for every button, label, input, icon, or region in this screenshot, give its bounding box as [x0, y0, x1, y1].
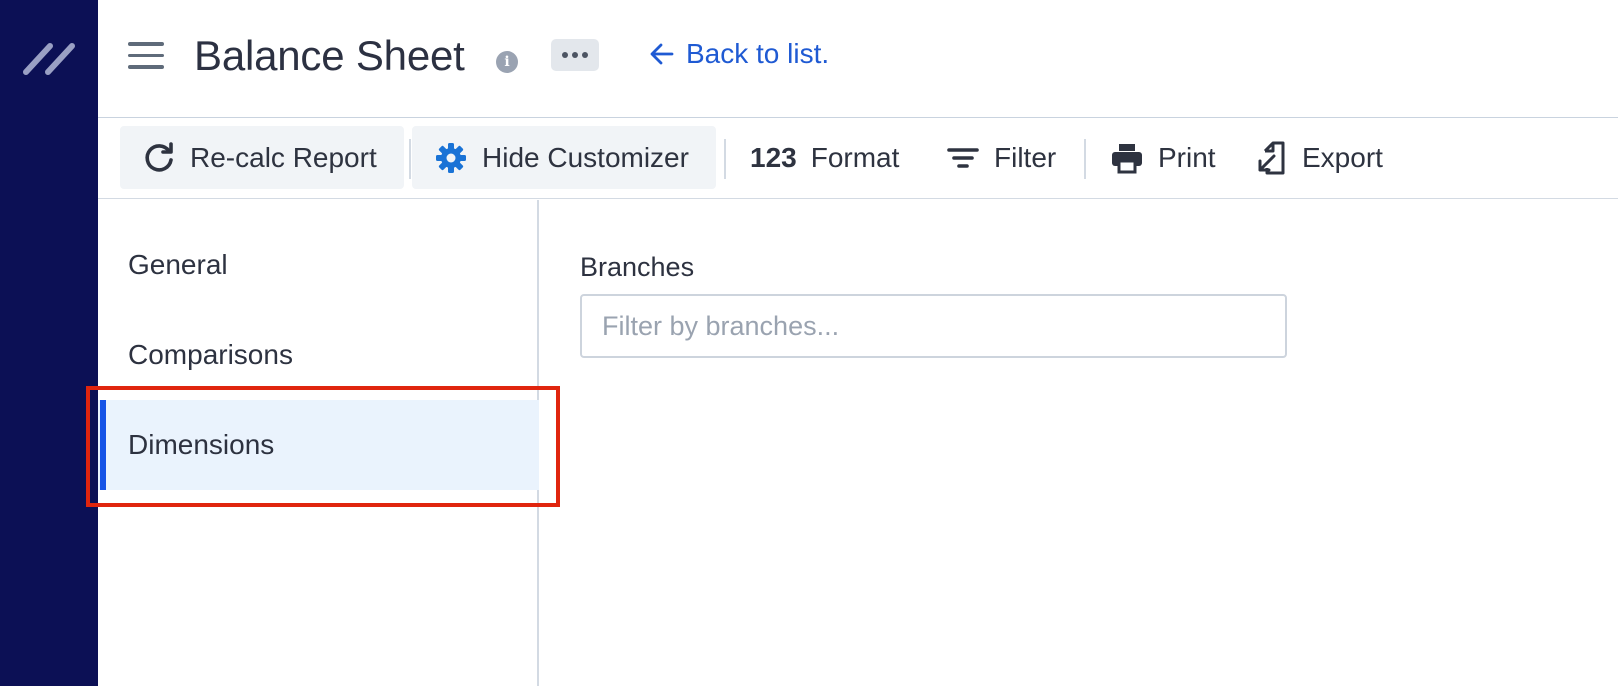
page-header: Balance Sheet i Back to list.: [98, 0, 1618, 118]
filter-icon: [947, 147, 979, 168]
sidebar-item-general[interactable]: General: [98, 220, 539, 310]
recalc-label: Re-calc Report: [190, 141, 377, 173]
toolbar-divider: [409, 139, 411, 179]
filter-label: Filter: [994, 141, 1057, 173]
app-rail: [0, 0, 98, 686]
printer-icon: [1112, 143, 1142, 173]
sidebar-item-dimensions[interactable]: Dimensions: [98, 400, 539, 490]
export-button[interactable]: Export: [1232, 126, 1405, 189]
sidebar-item-comparisons[interactable]: Comparisons: [98, 310, 539, 400]
refresh-icon: [145, 141, 173, 172]
toolbar-divider: [1084, 139, 1086, 179]
print-button[interactable]: Print: [1088, 126, 1238, 189]
gear-icon: [436, 142, 466, 173]
back-to-list-link[interactable]: Back to list.: [648, 38, 829, 70]
customizer-sidebar: General Comparisons Dimensions: [98, 200, 539, 686]
export-label: Export: [1302, 141, 1383, 173]
number-format-icon: 123: [750, 141, 797, 173]
back-link-label: Back to list.: [686, 38, 830, 69]
toolbar-divider: [724, 139, 726, 179]
more-icon: [562, 52, 568, 58]
more-options-button[interactable]: [551, 39, 599, 71]
customizer-label: Hide Customizer: [482, 141, 689, 173]
format-label: Format: [810, 141, 900, 173]
print-label: Print: [1158, 141, 1216, 173]
branches-label: Branches: [580, 252, 695, 282]
logo-icon[interactable]: [22, 40, 78, 76]
info-icon[interactable]: i: [496, 51, 518, 73]
arrow-left-icon: [650, 43, 674, 65]
hamburger-icon[interactable]: [128, 42, 164, 72]
recalc-report-button[interactable]: Re-calc Report: [120, 126, 404, 189]
export-icon: [1258, 141, 1285, 174]
page-title: Balance Sheet: [194, 32, 465, 79]
branches-filter-input[interactable]: [580, 294, 1287, 358]
hide-customizer-button[interactable]: Hide Customizer: [412, 126, 716, 189]
filter-button[interactable]: Filter: [924, 126, 1078, 189]
format-button[interactable]: 123 Format: [728, 126, 921, 189]
report-toolbar: Re-calc Report Hide Customizer 123 Forma…: [98, 119, 1618, 199]
